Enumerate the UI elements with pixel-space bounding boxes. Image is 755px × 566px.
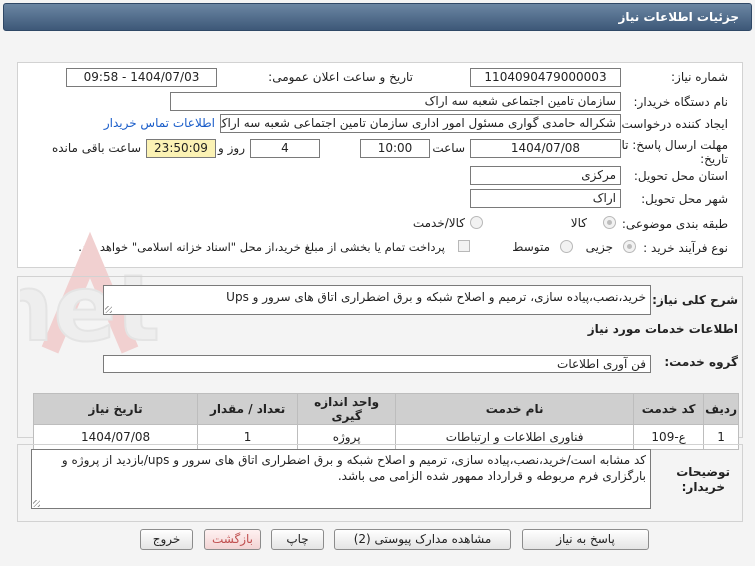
requester-label: ایجاد کننده درخواست: xyxy=(617,117,728,131)
buyer-contact-link[interactable]: اطلاعات تماس خریدار xyxy=(104,116,215,130)
col-unit: واحد اندازه گیری xyxy=(297,393,397,425)
service-group-field: فن آوری اطلاعات xyxy=(103,355,651,373)
announce-datetime-label: تاریخ و ساعت اعلان عمومی: xyxy=(268,70,413,84)
buyer-notes-resize-grip[interactable] xyxy=(33,500,40,507)
col-service-code: کد خدمت xyxy=(633,393,705,425)
col-service-name: نام خدمت xyxy=(395,393,635,425)
requester-field: شکراله حامدی گواری مسئول امور اداری سازم… xyxy=(220,114,621,133)
days-remaining-field: 4 xyxy=(250,139,320,158)
back-button[interactable]: بازگشت xyxy=(204,529,261,550)
buyer-notes-label: توضیحات xyxy=(676,465,730,479)
remaining-time-label: ساعت باقی مانده xyxy=(51,141,141,155)
need-number-label: شماره نیاز: xyxy=(671,70,728,84)
deadline-label: مهلت ارسال پاسخ: تا xyxy=(621,138,728,152)
buyer-notes-label-2: خریدار: xyxy=(681,480,725,494)
exit-button[interactable]: خروج xyxy=(140,529,193,550)
need-number-field: 1104090479000003 xyxy=(470,68,621,87)
buyer-org-field: سازمان تامین اجتماعی شعبه سه اراک xyxy=(170,92,621,111)
province-field: مرکزی xyxy=(470,166,621,185)
category-goods-service-radio[interactable] xyxy=(470,216,483,229)
buyer-org-label: نام دستگاه خریدار: xyxy=(633,95,729,109)
treasury-payment-note: پرداخت تمام یا بخشی از مبلغ خرید،از محل … xyxy=(78,240,445,254)
deadline-time-label: ساعت xyxy=(432,141,465,155)
reply-button[interactable]: پاسخ به نیاز xyxy=(522,529,649,550)
process-medium-radio[interactable] xyxy=(560,240,573,253)
col-need-date: تاریخ نیاز xyxy=(32,393,199,425)
summary-field: خرید،نصب،پیاده سازی، ترمیم و اصلاح شبکه … xyxy=(103,285,651,315)
process-label: نوع فرآیند خرید : xyxy=(643,241,728,255)
summary-resize-grip[interactable] xyxy=(105,306,112,313)
process-minor-label: جزیی xyxy=(585,240,613,254)
services-section-title: اطلاعات خدمات مورد نیاز xyxy=(587,322,738,336)
province-label: استان محل تحویل: xyxy=(633,169,728,183)
deadline-date-field: 1404/07/08 xyxy=(470,139,621,158)
category-label: طبقه بندی موضوعی: xyxy=(621,217,728,231)
summary-label: شرح کلی نیاز: xyxy=(652,293,738,307)
city-label: شهر محل تحویل: xyxy=(641,192,728,206)
page-title: جزئیات اطلاعات نیاز xyxy=(618,10,739,24)
service-group-label: گروه خدمت: xyxy=(664,355,738,369)
attachments-button[interactable]: مشاهده مدارک پیوستی (2) xyxy=(334,529,511,550)
announce-datetime-field: 1404/07/03 - 09:58 xyxy=(66,68,217,87)
col-quantity: تعداد / مقدار xyxy=(197,393,299,425)
category-goods-radio[interactable] xyxy=(603,216,616,229)
days-label: روز و xyxy=(218,141,245,155)
deadline-time-field: 10:00 xyxy=(360,139,430,158)
treasury-payment-checkbox[interactable] xyxy=(458,240,470,252)
process-minor-radio[interactable] xyxy=(623,240,636,253)
city-field: اراک xyxy=(470,189,621,208)
deadline-date-label: تاریخ: xyxy=(700,152,728,166)
buyer-notes-field: کد مشابه است/خرید،نصب،پیاده سازی، ترمیم … xyxy=(31,449,651,509)
remaining-time-field: 23:50:09 xyxy=(146,139,216,158)
category-goods-label: کالا xyxy=(570,216,587,230)
page-header: جزئیات اطلاعات نیاز xyxy=(3,3,752,31)
process-medium-label: متوسط xyxy=(512,240,550,254)
col-row: ردیف xyxy=(703,393,739,425)
services-table: ردیف کد خدمت نام خدمت واحد اندازه گیری ت… xyxy=(32,393,739,450)
print-button[interactable]: چاپ xyxy=(271,529,324,550)
category-goods-service-label: کالا/خدمت xyxy=(412,216,465,230)
